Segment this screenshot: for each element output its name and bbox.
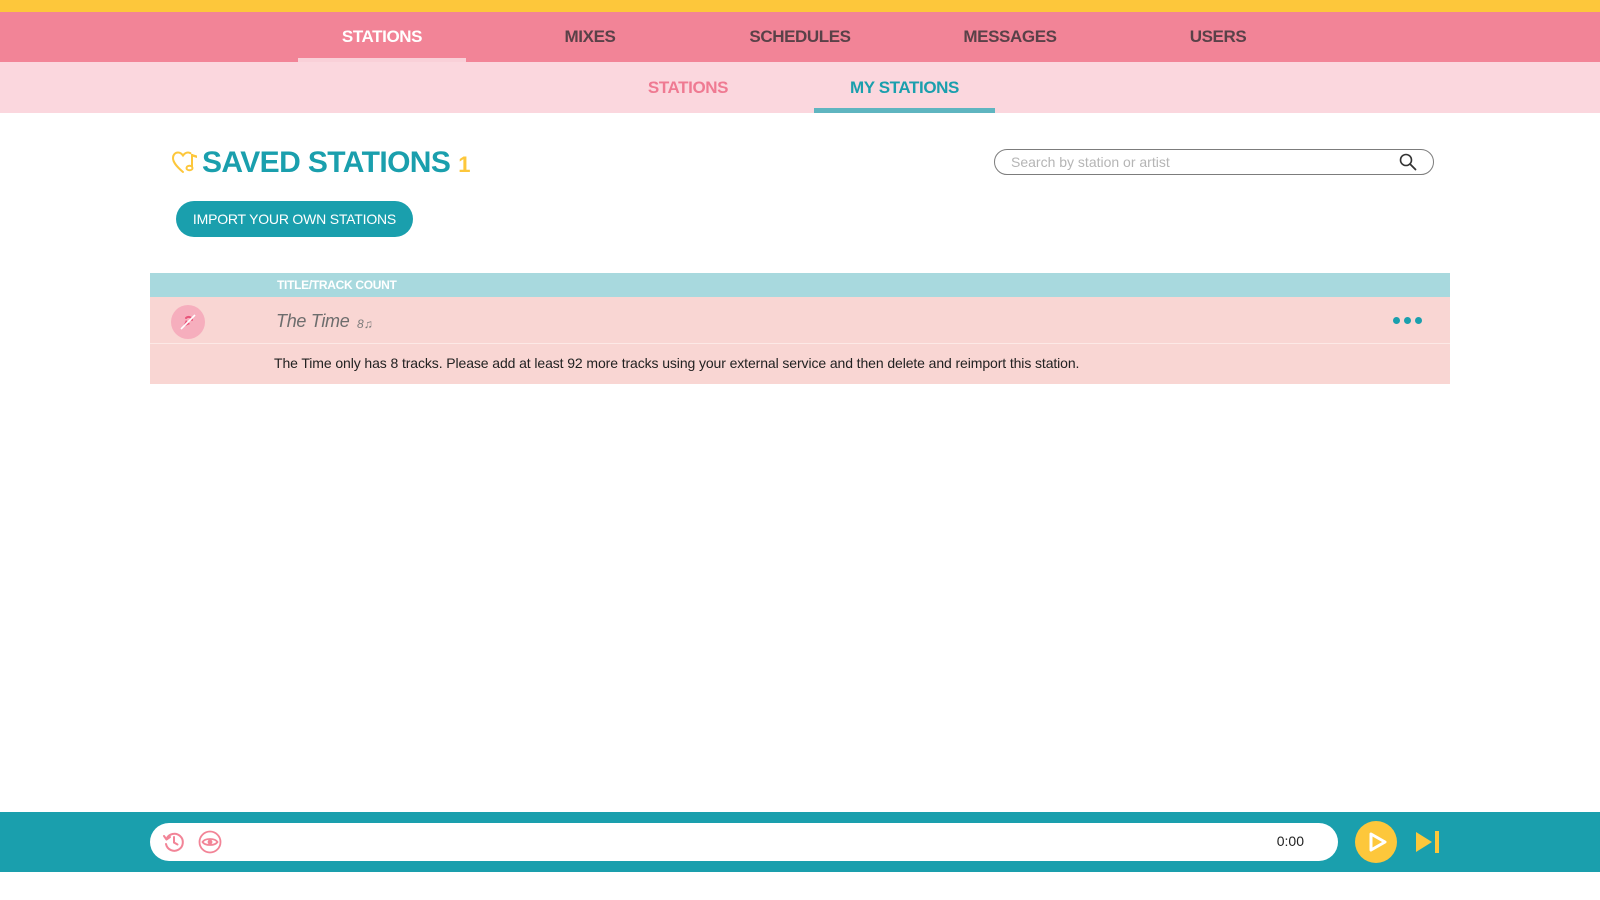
- tab-messages[interactable]: MESSAGES: [945, 12, 1075, 62]
- player-bar: 0:00: [0, 812, 1600, 872]
- search-box: [994, 149, 1434, 175]
- sub-nav: STATIONS MY STATIONS: [0, 62, 1600, 113]
- tab-users[interactable]: USERS: [1158, 12, 1278, 62]
- table-row[interactable]: The Time 8♫: [150, 297, 1450, 344]
- search-icon[interactable]: [1399, 153, 1417, 171]
- station-title[interactable]: The Time: [276, 311, 350, 332]
- saved-count-badge: 1: [458, 152, 471, 177]
- search-input[interactable]: [1011, 153, 1391, 171]
- stations-table: TITLE/TRACK COUNT The Time 8♫ The Time o…: [150, 273, 1450, 384]
- time-display: 0:00: [1276, 833, 1304, 849]
- row-more-options-icon[interactable]: [1393, 313, 1425, 327]
- import-stations-button[interactable]: IMPORT YOUR OWN STATIONS: [176, 201, 413, 237]
- subtab-stations[interactable]: STATIONS: [628, 62, 748, 113]
- top-accent-stripe: [0, 0, 1600, 12]
- column-header-title: TITLE/TRACK COUNT: [277, 278, 397, 292]
- page-heading: SAVED STATIONS 1: [172, 146, 471, 180]
- main-nav: STATIONS MIXES SCHEDULES MESSAGES USERS: [0, 12, 1600, 62]
- eye-icon[interactable]: [198, 830, 222, 854]
- player-progress[interactable]: 0:00: [150, 823, 1338, 861]
- track-count-value: 8: [357, 317, 364, 331]
- skip-next-icon[interactable]: [1414, 829, 1442, 855]
- station-error-icon: [171, 305, 205, 339]
- table-header: TITLE/TRACK COUNT: [150, 273, 1450, 297]
- tab-schedules[interactable]: SCHEDULES: [735, 12, 865, 62]
- station-warning-text: The Time only has 8 tracks. Please add a…: [274, 355, 1080, 371]
- subtab-my-stations[interactable]: MY STATIONS: [814, 62, 995, 113]
- play-button[interactable]: [1355, 821, 1397, 863]
- tab-stations[interactable]: STATIONS: [298, 12, 466, 62]
- heart-music-note-icon: [172, 151, 197, 173]
- tab-mixes[interactable]: MIXES: [530, 12, 650, 62]
- track-count: 8♫: [357, 317, 373, 331]
- station-warning-row: The Time only has 8 tracks. Please add a…: [150, 344, 1450, 384]
- music-note-icon: ♫: [363, 317, 373, 331]
- page-title: SAVED STATIONS: [202, 146, 451, 179]
- play-icon: [1369, 832, 1387, 852]
- history-icon[interactable]: [162, 830, 186, 854]
